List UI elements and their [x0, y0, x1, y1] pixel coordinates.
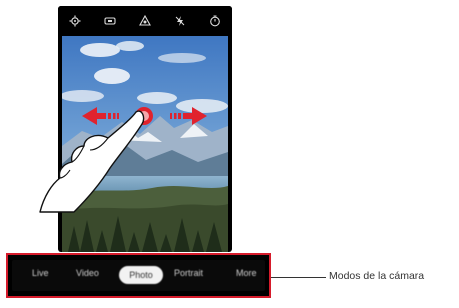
camera-viewfinder[interactable] [62, 36, 228, 252]
modes-track: Live Video Photo Portrait More [12, 260, 265, 291]
mode-video[interactable]: Video [76, 268, 99, 278]
mode-photo-selected[interactable]: Photo [119, 266, 163, 284]
camera-modes-bar: Live Video Photo Portrait More [6, 253, 271, 298]
mode-portrait[interactable]: Portrait [174, 268, 203, 278]
camera-top-bar [58, 6, 232, 36]
phone-screen [58, 6, 232, 252]
callout-label: Modos de la cámara [329, 270, 425, 282]
mode-live[interactable]: Live [32, 268, 49, 278]
flash-off-icon[interactable] [172, 13, 188, 29]
settings-icon[interactable] [67, 13, 83, 29]
callout-line [271, 277, 326, 278]
filter-icon[interactable] [137, 13, 153, 29]
aspect-ratio-icon[interactable] [102, 13, 118, 29]
timer-icon[interactable] [207, 13, 223, 29]
mode-more[interactable]: More [236, 268, 257, 278]
